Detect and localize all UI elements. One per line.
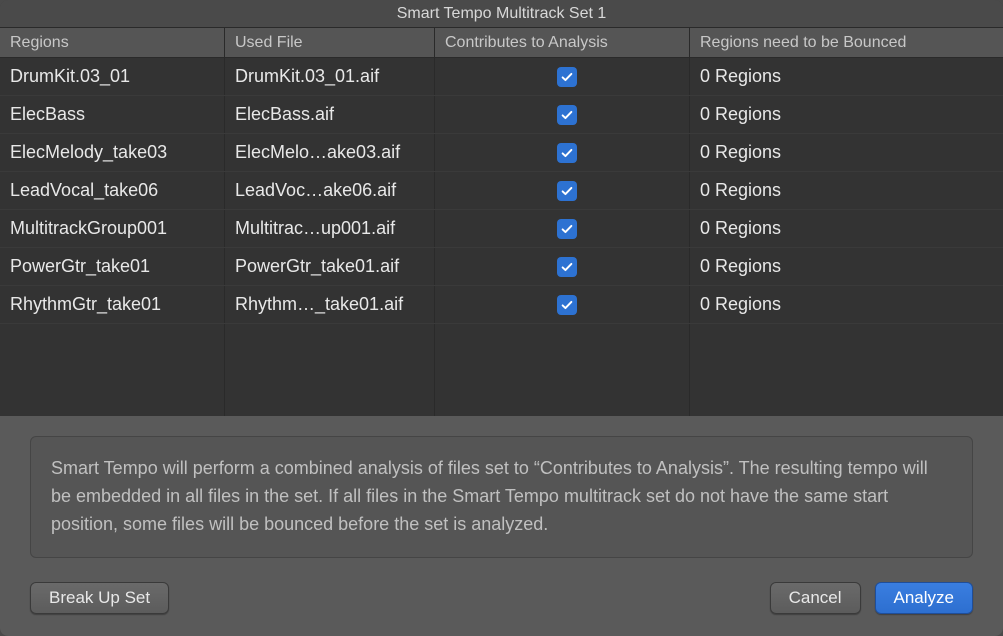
table-row[interactable]: ElecBass ElecBass.aif 0 Regions (0, 96, 1003, 134)
cell-region: MultitrackGroup001 (0, 210, 225, 247)
table-row[interactable]: MultitrackGroup001 Multitrac…up001.aif 0… (0, 210, 1003, 248)
table-empty-area (0, 324, 1003, 416)
cell-contributes (435, 96, 690, 133)
table-row[interactable]: LeadVocal_take06 LeadVoc…ake06.aif 0 Reg… (0, 172, 1003, 210)
cell-usedfile: ElecMelo…ake03.aif (225, 134, 435, 171)
table-body: DrumKit.03_01 DrumKit.03_01.aif 0 Region… (0, 58, 1003, 416)
checkmark-icon (560, 146, 574, 160)
column-header-bounced[interactable]: Regions need to be Bounced (690, 28, 1003, 57)
cell-usedfile: LeadVoc…ake06.aif (225, 172, 435, 209)
cell-usedfile: Rhythm…_take01.aif (225, 286, 435, 323)
window-title: Smart Tempo Multitrack Set 1 (397, 5, 607, 23)
cell-region: PowerGtr_take01 (0, 248, 225, 285)
cell-bounced: 0 Regions (690, 210, 1003, 247)
checkmark-icon (560, 298, 574, 312)
cell-region: RhythmGtr_take01 (0, 286, 225, 323)
contributes-checkbox[interactable] (557, 219, 577, 239)
column-header-contributes[interactable]: Contributes to Analysis (435, 28, 690, 57)
cell-region: ElecBass (0, 96, 225, 133)
cell-contributes (435, 172, 690, 209)
contributes-checkbox[interactable] (557, 295, 577, 315)
table-row[interactable]: PowerGtr_take01 PowerGtr_take01.aif 0 Re… (0, 248, 1003, 286)
bottom-panel: Smart Tempo will perform a combined anal… (0, 416, 1003, 636)
cell-region: DrumKit.03_01 (0, 58, 225, 95)
window-titlebar: Smart Tempo Multitrack Set 1 (0, 0, 1003, 28)
cell-contributes (435, 134, 690, 171)
cancel-button[interactable]: Cancel (770, 582, 861, 614)
cell-contributes (435, 210, 690, 247)
cell-usedfile: PowerGtr_take01.aif (225, 248, 435, 285)
cell-usedfile: ElecBass.aif (225, 96, 435, 133)
column-header-usedfile[interactable]: Used File (225, 28, 435, 57)
cell-bounced: 0 Regions (690, 172, 1003, 209)
cell-contributes (435, 248, 690, 285)
cell-bounced: 0 Regions (690, 286, 1003, 323)
checkmark-icon (560, 184, 574, 198)
cell-bounced: 0 Regions (690, 134, 1003, 171)
table-header: Regions Used File Contributes to Analysi… (0, 28, 1003, 58)
checkmark-icon (560, 260, 574, 274)
contributes-checkbox[interactable] (557, 181, 577, 201)
cell-bounced: 0 Regions (690, 248, 1003, 285)
button-row: Break Up Set Cancel Analyze (30, 582, 973, 614)
table-row[interactable]: RhythmGtr_take01 Rhythm…_take01.aif 0 Re… (0, 286, 1003, 324)
info-text: Smart Tempo will perform a combined anal… (30, 436, 973, 558)
cell-region: ElecMelody_take03 (0, 134, 225, 171)
table-row[interactable]: DrumKit.03_01 DrumKit.03_01.aif 0 Region… (0, 58, 1003, 96)
contributes-checkbox[interactable] (557, 67, 577, 87)
cell-usedfile: Multitrac…up001.aif (225, 210, 435, 247)
smart-tempo-window: Smart Tempo Multitrack Set 1 Regions Use… (0, 0, 1003, 636)
analyze-button[interactable]: Analyze (875, 582, 973, 614)
checkmark-icon (560, 222, 574, 236)
cell-region: LeadVocal_take06 (0, 172, 225, 209)
cell-bounced: 0 Regions (690, 96, 1003, 133)
column-header-regions[interactable]: Regions (0, 28, 225, 57)
checkmark-icon (560, 108, 574, 122)
cell-bounced: 0 Regions (690, 58, 1003, 95)
checkmark-icon (560, 70, 574, 84)
table-row[interactable]: ElecMelody_take03 ElecMelo…ake03.aif 0 R… (0, 134, 1003, 172)
contributes-checkbox[interactable] (557, 105, 577, 125)
cell-usedfile: DrumKit.03_01.aif (225, 58, 435, 95)
contributes-checkbox[interactable] (557, 257, 577, 277)
contributes-checkbox[interactable] (557, 143, 577, 163)
break-up-set-button[interactable]: Break Up Set (30, 582, 169, 614)
cell-contributes (435, 286, 690, 323)
cell-contributes (435, 58, 690, 95)
